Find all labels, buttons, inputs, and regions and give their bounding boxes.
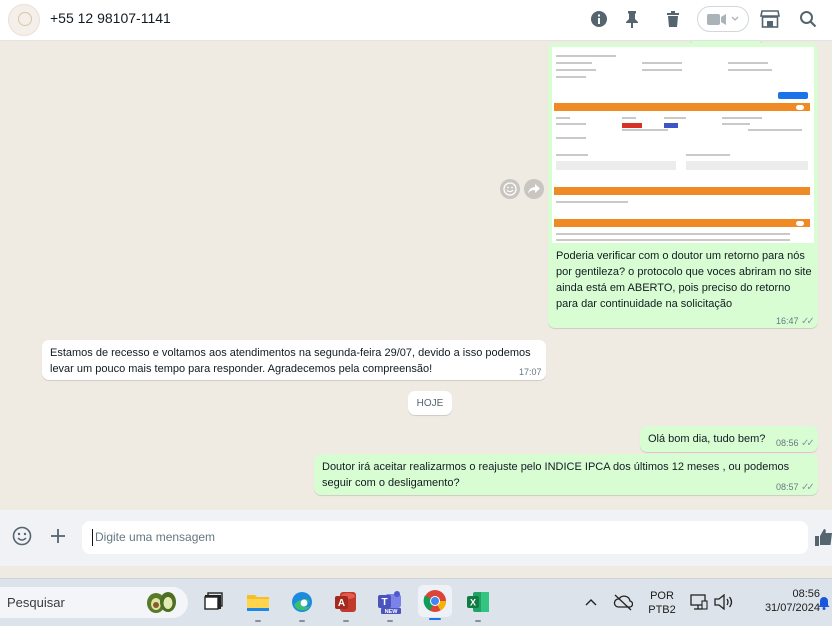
svg-text:A: A	[338, 598, 345, 609]
svg-text:T: T	[381, 597, 387, 608]
contact-avatar[interactable]	[8, 4, 40, 36]
store-icon[interactable]	[759, 8, 781, 30]
double-check-icon: ✓✓	[801, 438, 815, 449]
emoji-reaction-icon[interactable]	[500, 179, 520, 199]
chat-header: +55 12 98107-1141	[0, 0, 832, 41]
taskbar-app-teams[interactable]: T NEW	[376, 588, 404, 622]
forward-icon[interactable]	[524, 179, 544, 199]
clock-time: 08:56	[792, 588, 820, 600]
volume-icon[interactable]	[712, 588, 736, 616]
video-call-button[interactable]	[697, 6, 749, 32]
message-time: 17:07	[519, 367, 542, 377]
taskbar-app-chrome[interactable]	[418, 585, 452, 620]
search-icon[interactable]	[797, 8, 819, 30]
chevron-up-icon[interactable]	[580, 588, 602, 616]
taskbar-app-excel[interactable]: X	[464, 588, 492, 622]
trash-icon[interactable]	[662, 8, 684, 30]
info-icon[interactable]	[588, 8, 610, 30]
taskbar-app-task-view[interactable]	[199, 588, 227, 616]
contact-name[interactable]: +55 12 98107-1141	[50, 10, 171, 26]
windows-taskbar: Pesquisar A T NEW X POR PTB2 08:56 31/07…	[0, 578, 832, 626]
message-list[interactable]: Poderia verificar com o doutor um retorn…	[0, 41, 832, 510]
message-time: 16:47 ✓✓	[776, 316, 815, 327]
message-time: 08:57 ✓✓	[776, 482, 815, 493]
message-text: Doutor irá aceitar realizarmos o reajust…	[322, 461, 790, 489]
double-check-icon: ✓✓	[801, 316, 815, 327]
message-time: 08:56 ✓✓	[776, 438, 815, 449]
taskbar-search-label: Pesquisar	[7, 595, 65, 610]
message-text: Olá bom dia, tudo bem?	[648, 433, 766, 445]
svg-text:X: X	[470, 598, 476, 608]
double-check-icon: ✓✓	[801, 482, 815, 493]
language-code: POR	[650, 590, 674, 602]
chevron-down-icon	[731, 16, 739, 21]
clock-date: 31/07/2024	[764, 602, 820, 614]
pin-icon[interactable]	[621, 8, 643, 30]
attached-screenshot-image[interactable]	[552, 47, 814, 243]
thumbs-up-icon[interactable]	[812, 526, 832, 550]
message-text: Estamos de recesso e voltamos aos atendi…	[50, 347, 531, 375]
taskbar-app-edge[interactable]	[288, 588, 316, 622]
input-language-indicator[interactable]: POR PTB2	[646, 589, 678, 617]
emoji-icon[interactable]	[10, 524, 34, 548]
attach-plus-icon[interactable]	[46, 524, 70, 548]
message-text: Poderia verificar com o doutor um retorn…	[556, 250, 812, 310]
video-icon	[707, 13, 726, 25]
display-network-icon[interactable]	[688, 588, 710, 616]
system-clock[interactable]: 08:56 31/07/2024	[744, 587, 820, 615]
keyboard-layout: PTB2	[648, 604, 676, 616]
compose-bar: Digite uma mensagem	[0, 510, 832, 566]
date-divider: HOJE	[408, 391, 452, 415]
svg-text:NEW: NEW	[385, 609, 399, 614]
taskbar-search[interactable]: Pesquisar	[0, 587, 188, 618]
notification-bell-icon[interactable]	[816, 588, 832, 616]
taskbar-app-file-explorer[interactable]	[244, 588, 272, 622]
message-input[interactable]: Digite uma mensagem	[82, 521, 808, 554]
taskbar-app-access[interactable]: A	[332, 588, 360, 622]
network-offline-icon[interactable]	[611, 588, 635, 616]
avocado-icon	[147, 592, 176, 613]
